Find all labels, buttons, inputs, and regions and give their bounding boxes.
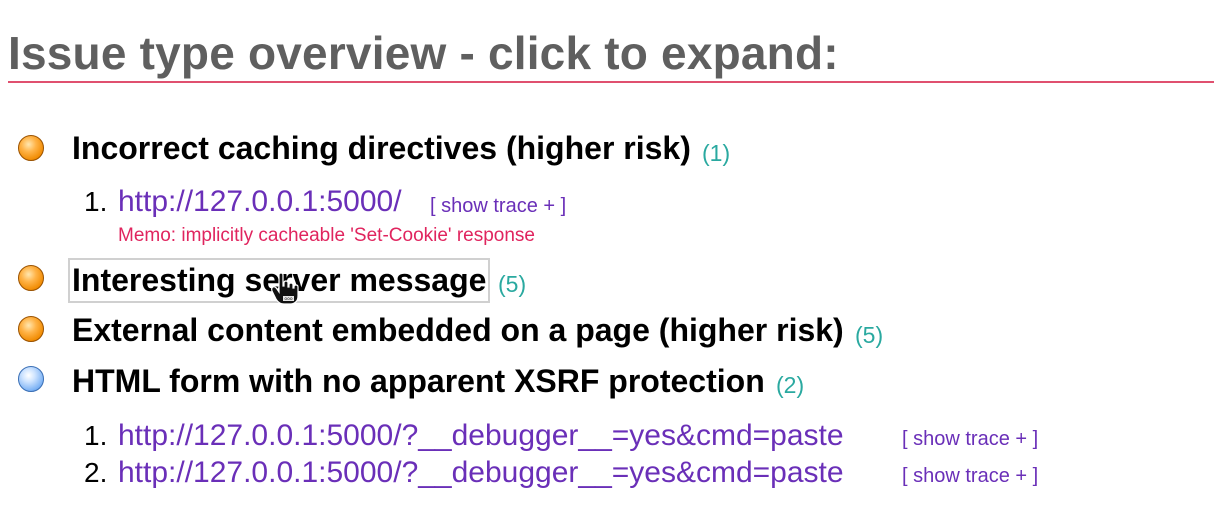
issue-overview-page: Issue type overview - click to expand: I…	[0, 0, 1214, 506]
issue-count: (1)	[702, 140, 731, 166]
list-item-number: 2.	[84, 457, 108, 488]
svg-text:ooo: ooo	[284, 297, 293, 302]
issue-count: (5)	[855, 322, 884, 348]
issue-title-html-form-xsrf[interactable]: HTML form with no apparent XSRF protecti…	[72, 363, 765, 400]
show-trace-link[interactable]: [ show trace + ]	[430, 195, 566, 218]
issue-memo: Memo: implicitly cacheable 'Set-Cookie' …	[118, 225, 535, 246]
show-trace-link[interactable]: [ show trace + ]	[902, 465, 1038, 488]
issue-count: (2)	[776, 372, 805, 398]
issue-url-link[interactable]: http://127.0.0.1:5000/?__debugger__=yes&…	[118, 419, 844, 453]
issue-title-external-content[interactable]: External content embedded on a page (hig…	[72, 312, 844, 349]
list-item-number: 1.	[84, 420, 108, 451]
severity-orange-icon	[18, 316, 44, 342]
issue-title-incorrect-caching[interactable]: Incorrect caching directives (higher ris…	[72, 130, 691, 167]
severity-orange-icon	[18, 135, 44, 161]
show-trace-link[interactable]: [ show trace + ]	[902, 428, 1038, 451]
issue-url-link[interactable]: http://127.0.0.1:5000/?__debugger__=yes&…	[118, 456, 844, 490]
heading-divider	[8, 81, 1214, 83]
issue-count: (5)	[498, 271, 527, 297]
list-item-number: 1.	[84, 186, 108, 217]
issue-url-link[interactable]: http://127.0.0.1:5000/	[118, 185, 402, 219]
hand-cursor-icon: ooo	[271, 272, 299, 305]
page-heading: Issue type overview - click to expand:	[8, 27, 839, 79]
severity-blue-icon	[18, 366, 44, 392]
severity-orange-icon	[18, 265, 44, 291]
